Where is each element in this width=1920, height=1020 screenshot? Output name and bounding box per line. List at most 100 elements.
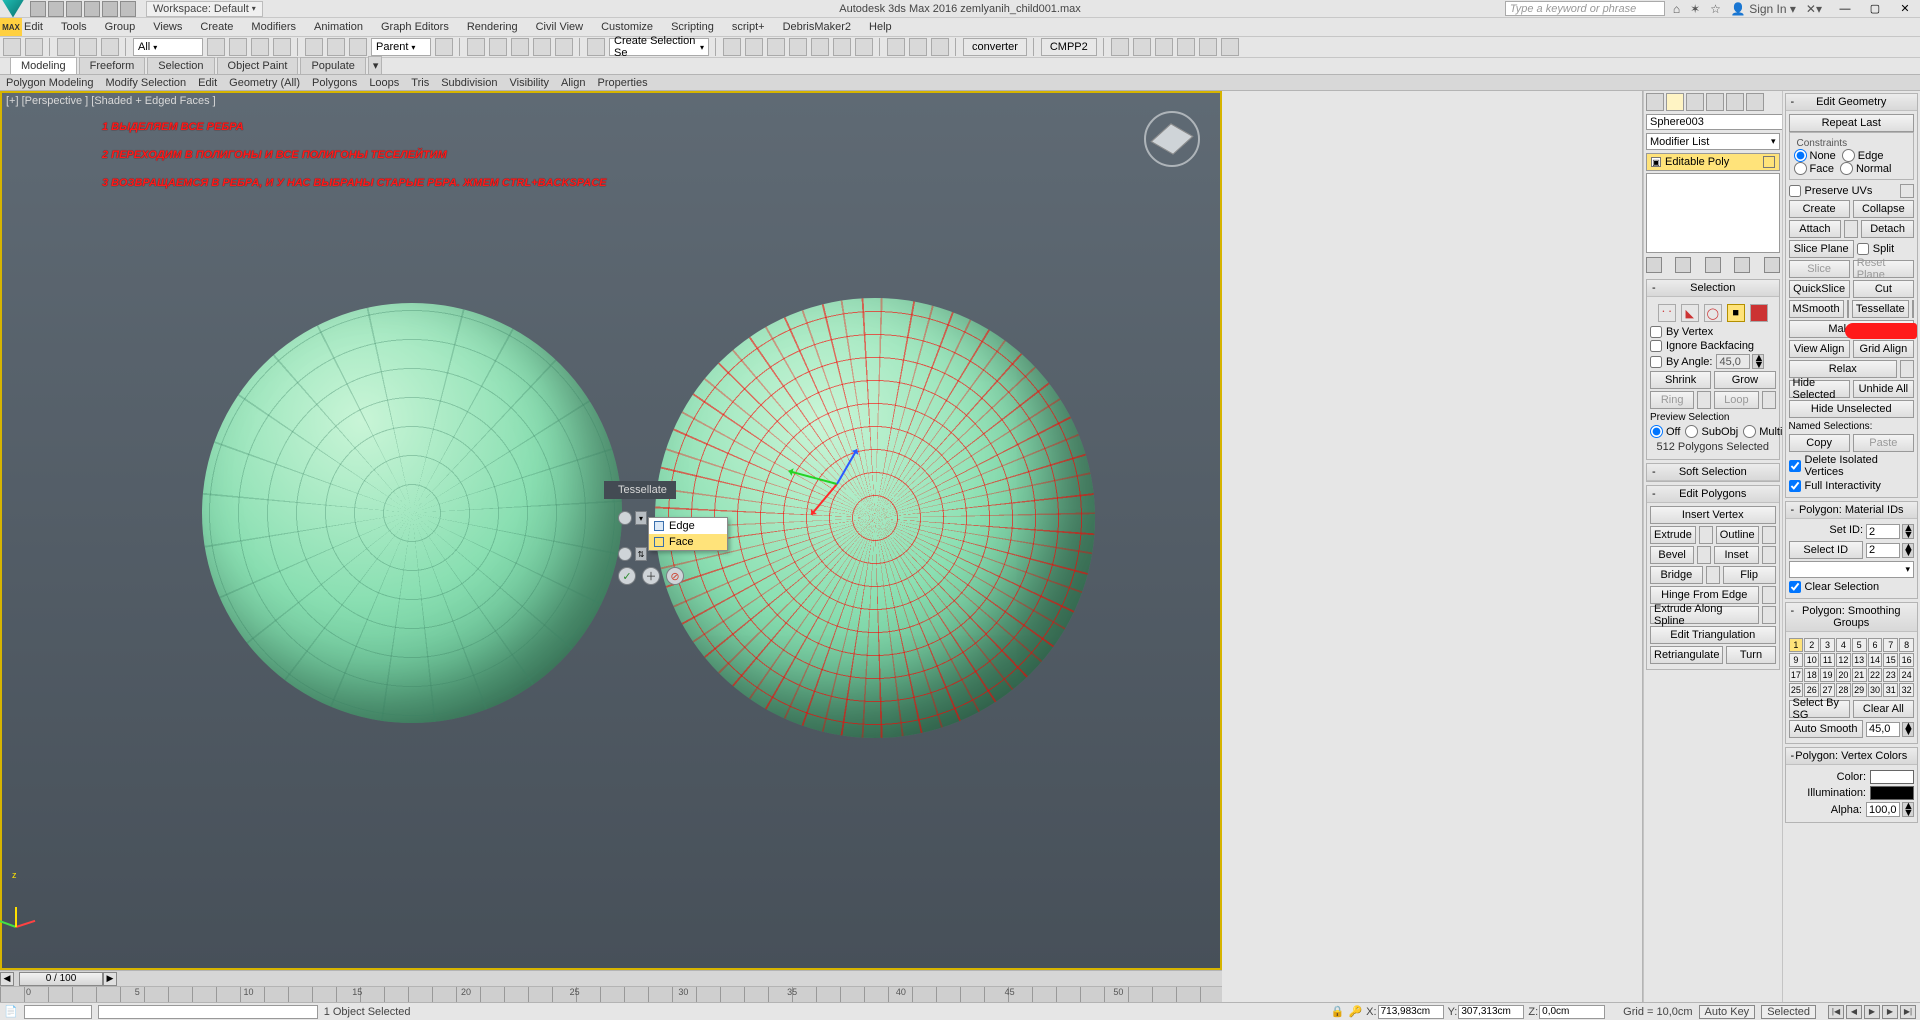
selected-filter-button[interactable]: Selected [1761,1005,1816,1019]
select-id-input[interactable] [1866,543,1900,558]
move-icon[interactable] [305,38,323,56]
ribbon-subdivision[interactable]: Subdivision [441,77,497,89]
sg-13[interactable]: 13 [1852,653,1867,667]
configure-sets-icon[interactable] [1764,257,1780,273]
select-id-spinner[interactable]: ▲▼ [1902,543,1914,558]
sg-24[interactable]: 24 [1899,668,1914,682]
sg-31[interactable]: 31 [1883,683,1898,697]
link-icon[interactable] [57,38,75,56]
sg-2[interactable]: 2 [1804,638,1819,652]
bevel-button[interactable]: Bevel [1650,546,1694,564]
extra4-icon[interactable] [1177,38,1195,56]
mini-listener-white[interactable] [98,1005,318,1019]
menu-script-plus[interactable]: script+ [730,19,767,35]
rollout-material-ids-header[interactable]: Polygon: Material IDs [1786,502,1918,519]
repeat-last-button[interactable]: Repeat Last [1789,114,1915,132]
curve-editor-icon[interactable] [811,38,829,56]
caddy-confirm[interactable]: ✓ [618,567,636,585]
tab-populate[interactable]: Populate [300,57,365,74]
sg-1[interactable]: 1 [1789,638,1804,652]
unlink-icon[interactable] [79,38,97,56]
caddy-option-b[interactable] [618,547,632,561]
goto-start-icon[interactable]: |◀ [1828,1005,1844,1019]
constraint-normal[interactable]: Normal [1840,162,1891,175]
sg-19[interactable]: 19 [1820,668,1835,682]
bind-icon[interactable] [101,38,119,56]
mirror-icon[interactable] [723,38,741,56]
favorite-icon[interactable]: ☆ [1710,2,1721,16]
ribbon-properties[interactable]: Properties [597,77,647,89]
bridge-button[interactable]: Bridge [1650,566,1703,584]
search-input[interactable]: Type a keyword or phrase [1505,1,1665,16]
extrude-spline-button[interactable]: Extrude Along Spline [1650,606,1759,624]
caddy-cancel[interactable]: ⊘ [666,567,684,585]
time-ruler[interactable]: 05101520253035404550 [0,986,1222,1002]
play-icon[interactable]: ▶ [1864,1005,1880,1019]
sphere-unselected[interactable] [202,303,622,723]
render-icon[interactable] [931,38,949,56]
sg-23[interactable]: 23 [1883,668,1898,682]
view-align-button[interactable]: View Align [1789,340,1850,358]
sign-in-button[interactable]: 👤 Sign In ▾ [1731,2,1796,16]
coord-z-input[interactable] [1539,1005,1605,1019]
next-frame-button[interactable]: ▶ [103,972,117,986]
expand-icon[interactable]: ▣ [1651,157,1661,167]
rotate-icon[interactable] [327,38,345,56]
menu-civil-view[interactable]: Civil View [534,19,585,35]
qat-save-icon[interactable] [66,1,82,17]
constraint-face[interactable]: Face [1794,162,1834,175]
extra2-icon[interactable] [1133,38,1151,56]
scale-icon[interactable] [349,38,367,56]
split-checkbox[interactable]: Split [1857,242,1914,256]
align-icon[interactable] [745,38,763,56]
extra5-icon[interactable] [1199,38,1217,56]
script-mini-listener-icon[interactable]: 📄 [4,1005,18,1018]
sg-11[interactable]: 11 [1820,653,1835,667]
auto-smooth-button[interactable]: Auto Smooth [1789,720,1864,738]
ribbon-modify-selection[interactable]: Modify Selection [105,77,186,89]
next-key-icon[interactable]: ▶ [1882,1005,1898,1019]
preview-subobj[interactable]: SubObj [1685,425,1738,438]
extra6-icon[interactable] [1221,38,1239,56]
sg-32[interactable]: 32 [1899,683,1914,697]
render-setup-icon[interactable] [887,38,905,56]
cart-icon[interactable]: ⌂ [1673,2,1680,16]
panel-motion-icon[interactable] [1706,93,1724,111]
ribbon-loops[interactable]: Loops [369,77,399,89]
create-button[interactable]: Create [1789,200,1850,218]
collapse-button[interactable]: Collapse [1853,200,1914,218]
gizmo-z-axis[interactable] [836,449,858,485]
time-slider-knob[interactable]: 0 / 100 [19,972,103,986]
inset-settings[interactable] [1762,546,1776,564]
help-icon[interactable]: ✕▾ [1806,2,1822,16]
caddy-spin[interactable]: ⇅ [635,547,647,561]
window-crossing-icon[interactable] [273,38,291,56]
menu-modifiers[interactable]: Modifiers [249,19,298,35]
caddy-option-a[interactable] [618,511,632,525]
ribbon-align[interactable]: Align [561,77,585,89]
mini-listener-pink[interactable] [24,1005,92,1019]
select-id-button[interactable]: Select ID [1789,541,1864,559]
menu-scripting[interactable]: Scripting [669,19,716,35]
snap-icon[interactable] [489,38,507,56]
hinge-settings[interactable] [1762,586,1776,604]
tab-modeling[interactable]: Modeling [10,57,77,74]
vc-alpha-spinner[interactable]: ▲▼ [1902,802,1914,817]
rollout-vertex-colors-header[interactable]: Polygon: Vertex Colors [1786,748,1918,765]
qat-redo-icon[interactable] [102,1,118,17]
sg-28[interactable]: 28 [1836,683,1851,697]
ribbon-polygons[interactable]: Polygons [312,77,357,89]
object-name-input[interactable] [1646,114,1782,130]
spinner-snap-icon[interactable] [555,38,573,56]
pin-stack-icon[interactable] [1646,257,1662,273]
sg-17[interactable]: 17 [1789,668,1804,682]
material-editor-icon[interactable] [855,38,873,56]
menu-help[interactable]: Help [867,19,894,35]
ribbon-tris[interactable]: Tris [411,77,429,89]
prev-key-icon[interactable]: ◀ [1846,1005,1862,1019]
material-name-dropdown[interactable] [1789,561,1915,578]
application-menu[interactable]: MAX [0,18,22,36]
msmooth-button[interactable]: MSmooth [1789,300,1844,318]
sg-30[interactable]: 30 [1868,683,1883,697]
sg-26[interactable]: 26 [1804,683,1819,697]
